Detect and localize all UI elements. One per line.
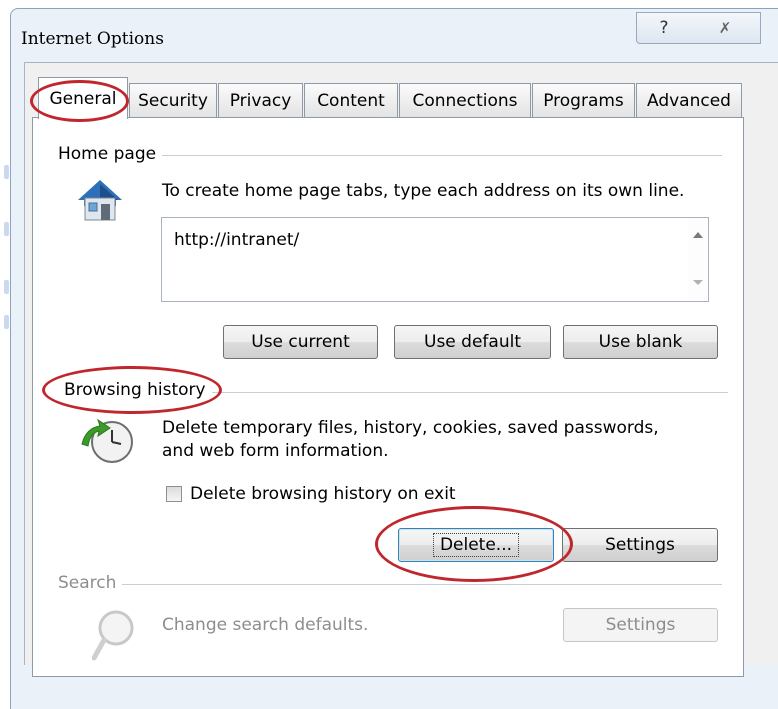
tab-label: Advanced [647, 90, 731, 111]
home-page-divider [64, 155, 722, 156]
background-margin [0, 0, 10, 664]
search-group-label: Search [58, 573, 123, 593]
delete-history-label: Delete... [432, 533, 520, 557]
tab-security[interactable]: Security [129, 83, 217, 117]
search-description: Change search defaults. [162, 615, 369, 635]
scroll-up-icon[interactable] [693, 232, 703, 238]
browsing-history-group-label: Browsing history [64, 380, 212, 400]
browsing-history-divider [210, 392, 728, 393]
tab-label: Privacy [229, 90, 292, 111]
use-blank-label: Use blank [598, 332, 683, 352]
browsing-history-description-line2: and web form information. [162, 441, 389, 461]
tab-label: Content [317, 90, 385, 111]
scroll-down-icon[interactable] [693, 280, 703, 285]
use-default-button[interactable]: Use default [394, 325, 551, 359]
delete-history-button[interactable]: Delete... [398, 528, 554, 562]
home-page-url-value: http://intranet/ [174, 230, 300, 250]
close-button[interactable]: ✗ [690, 12, 761, 44]
close-icon: ✗ [718, 19, 732, 37]
tab-label: Programs [543, 90, 624, 111]
tab-label: Connections [412, 90, 518, 111]
tab-advanced[interactable]: Advanced [636, 83, 742, 117]
delete-on-exit-label[interactable]: Delete browsing history on exit [190, 483, 456, 505]
tab-privacy[interactable]: Privacy [218, 83, 303, 117]
browsing-history-description-line1: Delete temporary files, history, cookies… [162, 418, 659, 438]
search-settings-label: Settings [605, 615, 676, 635]
search-divider [64, 584, 722, 585]
help-icon: ? [659, 18, 669, 38]
tab-label: General [49, 88, 117, 109]
tab-general[interactable]: General [38, 77, 128, 119]
tab-label: Security [138, 90, 208, 111]
house-icon [76, 176, 124, 224]
magnifier-icon [91, 606, 136, 664]
use-blank-button[interactable]: Use blank [563, 325, 718, 359]
delete-on-exit-checkbox[interactable] [166, 486, 182, 502]
window-title: Internet Options [21, 29, 164, 49]
history-clock-icon [78, 414, 138, 470]
textarea-scrollbar[interactable] [688, 218, 708, 301]
home-page-instructions: To create home page tabs, type each addr… [162, 181, 685, 201]
tab-content[interactable]: Content [304, 83, 398, 117]
history-settings-label: Settings [605, 535, 675, 555]
home-page-url-textarea[interactable]: http://intranet/ [161, 217, 709, 302]
use-current-label: Use current [251, 332, 350, 352]
search-settings-button[interactable]: Settings [563, 608, 718, 642]
tab-programs[interactable]: Programs [532, 83, 635, 117]
help-button[interactable]: ? [636, 12, 692, 44]
tab-connections[interactable]: Connections [399, 83, 531, 117]
use-current-button[interactable]: Use current [223, 325, 378, 359]
use-default-label: Use default [424, 332, 521, 352]
history-settings-button[interactable]: Settings [562, 528, 718, 562]
home-page-group-label: Home page [58, 144, 163, 164]
